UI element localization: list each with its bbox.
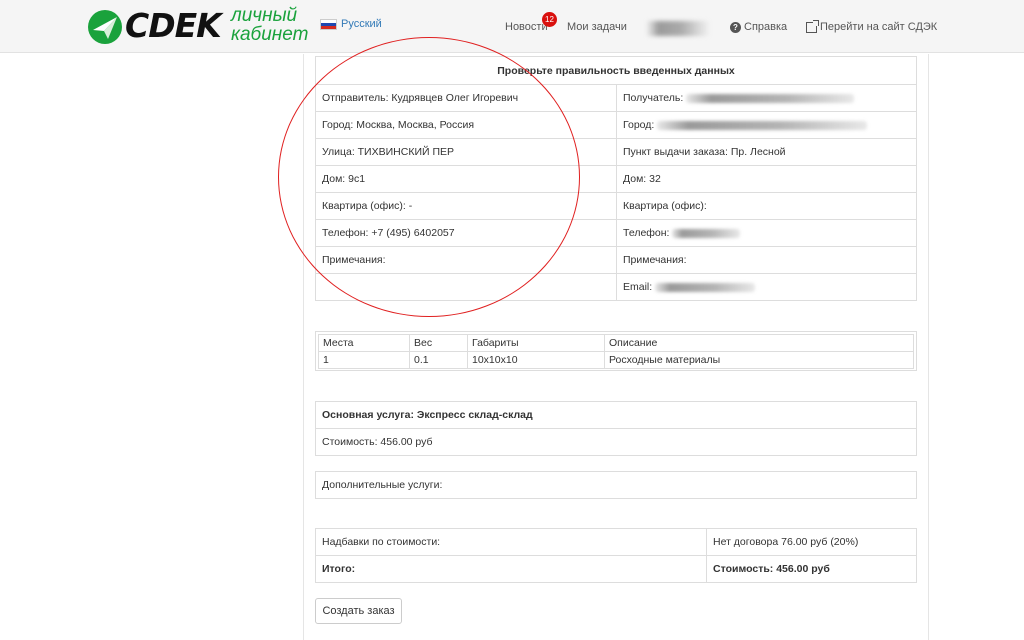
total-value: Стоимость: 456.00 руб	[706, 555, 917, 583]
sender-apartment: Квартира (офис): -	[315, 192, 617, 220]
language-selector[interactable]: Русский	[320, 18, 382, 30]
redacted-recipient-email	[655, 282, 756, 292]
recipient-phone-label: Телефон:	[623, 227, 670, 239]
table-row: 1 0.1 10x10x10 Росходные материалы	[318, 351, 914, 369]
sender-notes: Примечания:	[315, 246, 617, 274]
top-navbar: CDEK личный кабинет Русский Новости 12 М…	[0, 0, 1024, 53]
brand-subtitle: личный кабинет	[231, 6, 308, 44]
nav-my-tasks-link[interactable]: Мои задачи	[567, 21, 627, 33]
recipient-city: Город:	[616, 111, 917, 139]
review-title: Проверьте правильность введенных данных	[315, 56, 917, 85]
main-service-table: Основная услуга: Экспресс склад-склад Ст…	[315, 401, 917, 456]
table-cell: Росходные материалы	[604, 351, 914, 369]
column-header: Вес	[409, 334, 468, 352]
recipient-email-label: Email:	[623, 281, 653, 293]
additional-services-table: Дополнительные услуги:	[315, 471, 917, 499]
recipient-name: Получатель:	[616, 84, 917, 112]
external-link-icon	[806, 19, 819, 33]
column-header: Описание	[604, 334, 914, 352]
table-cell: 1	[318, 351, 410, 369]
russia-flag-icon	[320, 18, 337, 30]
question-circle-icon: ?	[730, 21, 741, 33]
table-cell: 10x10x10	[467, 351, 605, 369]
nav-go-to-site-link[interactable]: Перейти на сайт СДЭК	[806, 19, 938, 33]
order-review-table: Проверьте правильность введенных данных …	[315, 56, 917, 301]
nav-help-link[interactable]: ? Справка	[730, 21, 787, 33]
brand-subtitle-line2: кабинет	[231, 24, 309, 45]
nav-help-label: Справка	[744, 21, 788, 33]
recipient-house: Дом: 32	[616, 165, 917, 193]
packages-table: Места Вес Габариты Описание 1 0.1 10x10x…	[318, 334, 914, 369]
sender-street: Улица: ТИХВИНСКИЙ ПЕР	[315, 138, 617, 166]
brand-subtitle-line1: личный	[231, 5, 298, 26]
sender-phone: Телефон: +7 (495) 6402057	[315, 219, 617, 247]
sender-name: Отправитель: Кудрявцев Олег Игоревич	[315, 84, 617, 112]
column-header: Габариты	[467, 334, 605, 352]
nav-news-link[interactable]: Новости	[505, 21, 548, 33]
recipient-phone: Телефон:	[616, 219, 917, 247]
create-order-button[interactable]: Создать заказ	[315, 598, 402, 624]
surcharge-value: Нет договора 76.00 руб (20%)	[706, 528, 917, 556]
brand-logotype[interactable]: CDEK	[125, 7, 222, 45]
main-service: Основная услуга: Экспресс склад-склад	[315, 401, 917, 429]
main-service-cost: Стоимость: 456.00 руб	[315, 428, 917, 456]
nav-go-to-site-label: Перейти на сайт СДЭК	[820, 21, 938, 33]
recipient-city-label: Город:	[623, 119, 655, 131]
redacted-recipient-phone	[672, 228, 741, 238]
totals-table: Надбавки по стоимости: Нет договора 76.0…	[315, 528, 917, 583]
total-label: Итого:	[315, 555, 707, 583]
recipient-apartment: Квартира (офис):	[616, 192, 917, 220]
user-account-menu[interactable]	[646, 21, 710, 36]
cdek-logo-icon[interactable]	[87, 9, 123, 45]
redacted-recipient-name	[686, 93, 855, 103]
sender-house: Дом: 9с1	[315, 165, 617, 193]
packages-table-wrapper: Места Вес Габариты Описание 1 0.1 10x10x…	[315, 331, 917, 371]
recipient-notes: Примечания:	[616, 246, 917, 274]
surcharge-label: Надбавки по стоимости:	[315, 528, 707, 556]
sender-empty-cell	[315, 273, 617, 301]
language-label[interactable]: Русский	[341, 18, 382, 30]
recipient-name-label: Получатель:	[623, 92, 684, 104]
table-cell: 0.1	[409, 351, 468, 369]
table-header-row: Места Вес Габариты Описание	[318, 334, 914, 352]
redacted-recipient-city	[657, 120, 868, 130]
sender-city: Город: Москва, Москва, Россия	[315, 111, 617, 139]
additional-services: Дополнительные услуги:	[315, 471, 917, 499]
recipient-pickup-point: Пункт выдачи заказа: Пр. Лесной	[616, 138, 917, 166]
news-count-badge: 12	[542, 12, 557, 27]
column-header: Места	[318, 334, 410, 352]
recipient-email: Email:	[616, 273, 917, 301]
